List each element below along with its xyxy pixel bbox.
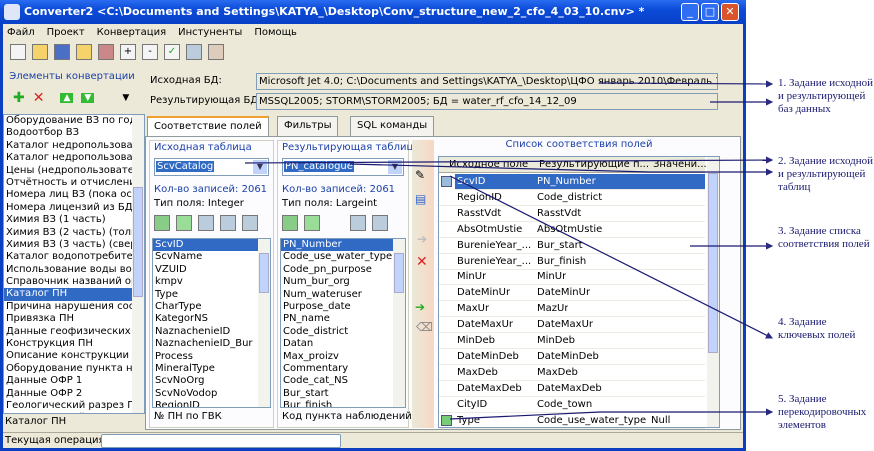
annotation-3: 3. Задание списка соответствия полей: [778, 225, 870, 250]
annotation-2: 2. Задание исходной и результирующей таб…: [778, 155, 874, 193]
annotation-arrows: [244, 80, 774, 420]
arrow-2b: [349, 163, 774, 176]
arrow-5: [449, 408, 774, 420]
arrow-1a: [599, 80, 774, 88]
annotation-4: 4. Задание ключевых полей: [778, 316, 856, 341]
arrow-4: [449, 175, 774, 339]
arrow-2a: [244, 156, 774, 164]
annotation-1: 1. Задание исходной и результирующей баз…: [778, 77, 874, 115]
annotation-5: 5. Задание перекодировочных элементов: [778, 393, 867, 431]
